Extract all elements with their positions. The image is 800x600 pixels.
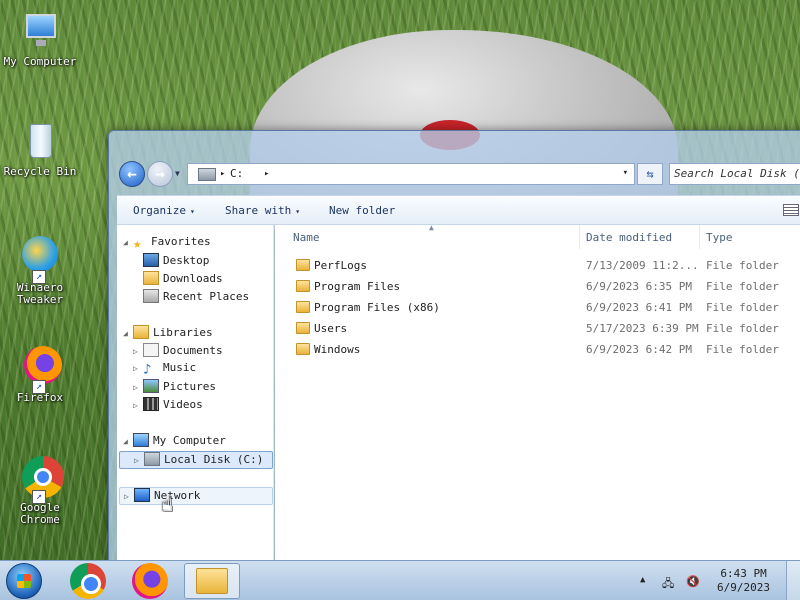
desktop-icon-firefox[interactable]: ↗ Firefox bbox=[2, 346, 78, 404]
back-button[interactable]: ← bbox=[119, 161, 145, 187]
recycle-bin-icon bbox=[18, 120, 62, 164]
start-button[interactable] bbox=[6, 563, 42, 599]
breadcrumb-arrow[interactable]: ▸ bbox=[220, 169, 225, 179]
computer-icon bbox=[18, 10, 62, 54]
file-row[interactable]: Program Files (x86) 6/9/2023 6:41 PM Fil… bbox=[275, 297, 800, 318]
folder-icon bbox=[296, 301, 310, 313]
volume-muted-icon[interactable]: 🔇 bbox=[686, 575, 700, 588]
new-folder-button[interactable]: New folder bbox=[329, 204, 395, 217]
firefox-icon bbox=[132, 563, 168, 599]
show-hidden-icons-arrow[interactable]: ▲ bbox=[640, 575, 645, 585]
explorer-icon bbox=[196, 568, 228, 594]
tree-favorites[interactable]: ◢ ★ Favorites bbox=[123, 235, 211, 253]
music-icon: ♪ bbox=[143, 362, 152, 378]
tree-recent-places[interactable]: Recent Places bbox=[143, 289, 249, 307]
tree-music[interactable]: ▷ ♪ Music bbox=[133, 361, 196, 379]
firefox-icon: ↗ bbox=[18, 346, 62, 394]
desktop-icon-recycle-bin[interactable]: Recycle Bin bbox=[2, 120, 78, 178]
file-row[interactable]: Program Files 6/9/2023 6:35 PM File fold… bbox=[275, 276, 800, 297]
taskbar-firefox[interactable] bbox=[122, 563, 178, 599]
desktop-icon-winaero-tweaker[interactable]: ↗ Winaero Tweaker bbox=[2, 236, 78, 306]
navigation-pane: ◢ ★ Favorites Desktop Downloads Recent Pla… bbox=[117, 225, 274, 563]
desktop-icon-label: Winaero Tweaker bbox=[16, 281, 64, 306]
system-clock[interactable]: 6:43 PM 6/9/2023 bbox=[717, 567, 770, 595]
navigation-bar: ← → ▼ ▸ C: ▸ ▾ ⇆ Search Local Disk (C:) bbox=[117, 159, 800, 191]
winaero-tweaker-icon: ↗ bbox=[18, 236, 62, 284]
breadcrumb-arrow[interactable]: ▸ bbox=[264, 169, 269, 179]
recent-pages-dropdown[interactable]: ▼ bbox=[175, 169, 180, 178]
explorer-window[interactable]: ← → ▼ ▸ C: ▸ ▾ ⇆ Search Local Disk (C:) … bbox=[108, 130, 800, 563]
desktop-icon bbox=[143, 253, 159, 267]
drive-icon bbox=[144, 452, 160, 466]
search-input[interactable]: Search Local Disk (C:) bbox=[669, 163, 800, 185]
tree-network[interactable]: ▷ Network bbox=[119, 487, 273, 505]
desktop-icon-label: Google Chrome bbox=[20, 501, 60, 526]
file-list: Name ▲ Date modified Type PerfLogs 7/13/… bbox=[275, 223, 800, 563]
tree-my-computer[interactable]: ◢ My Computer bbox=[123, 433, 226, 451]
hand-cursor-icon: ☝ bbox=[160, 492, 174, 517]
folder-icon bbox=[296, 280, 310, 292]
taskbar-explorer[interactable] bbox=[184, 563, 240, 599]
chrome-icon: ↗ bbox=[18, 456, 64, 504]
desktop-icon-google-chrome[interactable]: ↗ Google Chrome bbox=[2, 456, 78, 526]
tree-libraries[interactable]: ◢ Libraries bbox=[123, 325, 213, 343]
file-row[interactable]: Users 5/17/2023 6:39 PM File folder bbox=[275, 318, 800, 339]
documents-icon bbox=[143, 343, 159, 357]
refresh-button[interactable]: ⇆ bbox=[637, 163, 663, 185]
column-header-name[interactable]: Name bbox=[293, 231, 320, 244]
downloads-folder-icon bbox=[143, 271, 159, 285]
forward-button[interactable]: → bbox=[147, 161, 173, 187]
organize-button[interactable]: Organize ▾ bbox=[133, 204, 195, 217]
computer-icon bbox=[133, 433, 149, 447]
network-status-icon[interactable]: 🖧 bbox=[662, 575, 674, 594]
desktop-icon-label: My Computer bbox=[3, 55, 77, 68]
tree-local-disk[interactable]: ▷ Local Disk (C:) bbox=[119, 451, 273, 469]
pictures-icon bbox=[143, 379, 159, 393]
breadcrumb-c-drive[interactable]: C: bbox=[230, 167, 243, 180]
view-options-icon[interactable] bbox=[783, 204, 799, 216]
address-dropdown[interactable]: ▾ bbox=[623, 168, 628, 178]
show-desktop-button[interactable] bbox=[786, 561, 800, 600]
videos-icon bbox=[143, 397, 159, 411]
desktop-icon-my-computer[interactable]: My Computer bbox=[2, 10, 78, 68]
recent-places-icon bbox=[143, 289, 159, 303]
tree-pictures[interactable]: ▷ Pictures bbox=[133, 379, 216, 397]
star-icon: ★ bbox=[133, 236, 142, 252]
sort-arrow-icon: ▲ bbox=[429, 223, 434, 232]
libraries-icon bbox=[133, 325, 149, 339]
tree-videos[interactable]: ▷ Videos bbox=[133, 397, 203, 415]
file-row[interactable]: Windows 6/9/2023 6:42 PM File folder bbox=[275, 339, 800, 360]
network-icon bbox=[134, 488, 150, 502]
tree-desktop[interactable]: Desktop bbox=[143, 253, 209, 271]
chrome-icon bbox=[70, 563, 106, 599]
tree-downloads[interactable]: Downloads bbox=[143, 271, 223, 289]
command-bar: Organize ▾ Share with ▾ New folder bbox=[117, 195, 800, 225]
clock-time: 6:43 PM bbox=[720, 567, 767, 580]
column-header-type[interactable]: Type bbox=[706, 231, 733, 244]
taskbar: ▲ 🖧 🔇 6:43 PM 6/9/2023 bbox=[0, 560, 800, 600]
address-bar[interactable]: ▸ C: ▸ ▾ bbox=[187, 163, 635, 185]
folder-icon bbox=[296, 343, 310, 355]
drive-icon bbox=[198, 168, 216, 181]
clock-date: 6/9/2023 bbox=[717, 581, 770, 594]
column-header-date-modified[interactable]: Date modified bbox=[586, 231, 672, 244]
tree-documents[interactable]: ▷ Documents bbox=[133, 343, 223, 361]
taskbar-chrome[interactable] bbox=[60, 563, 116, 599]
file-row[interactable]: PerfLogs 7/13/2009 11:2... File folder bbox=[275, 255, 800, 276]
desktop-icon-label: Recycle Bin bbox=[3, 165, 77, 178]
share-with-button[interactable]: Share with ▾ bbox=[225, 204, 300, 217]
folder-icon bbox=[296, 259, 310, 271]
folder-icon bbox=[296, 322, 310, 334]
